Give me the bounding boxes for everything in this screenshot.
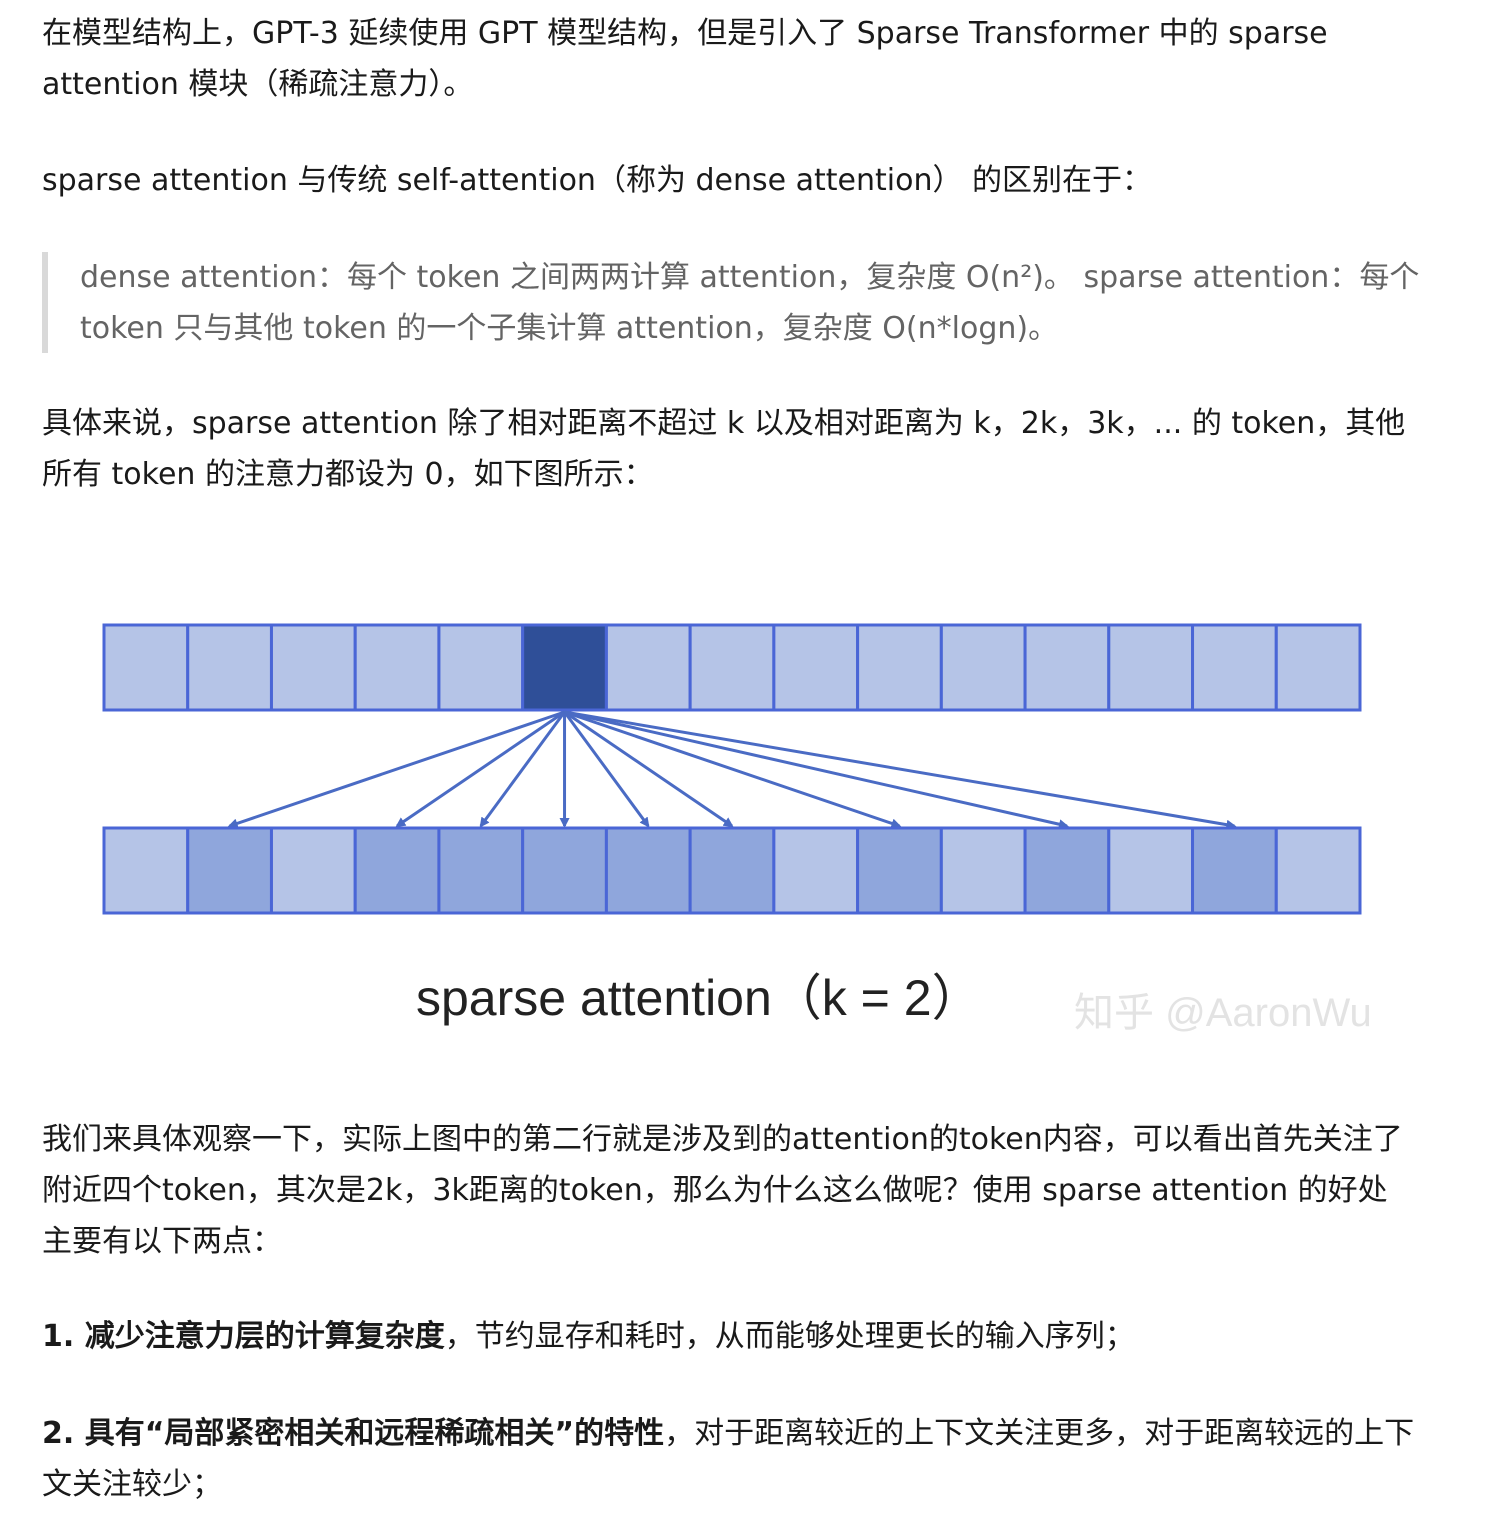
- attention-arrow: [563, 710, 734, 828]
- attended-token-cell: [353, 826, 441, 915]
- attended-token-cell: [604, 826, 692, 915]
- token-cell: [939, 623, 1027, 712]
- token-cell: [1107, 826, 1195, 915]
- attended-token-cell: [688, 826, 776, 915]
- paragraph-sparse-vs-dense: sparse attention 与传统 self-attention（称为 d…: [42, 163, 1152, 198]
- attention-arrow: [564, 710, 1237, 830]
- token-cell: [1274, 826, 1362, 915]
- token-cell: [269, 826, 357, 915]
- attended-token-cell: [1191, 826, 1278, 915]
- token-cell: [856, 623, 943, 712]
- token-cell: [772, 623, 860, 712]
- token-cell: [186, 623, 273, 712]
- figure-caption: sparse attention（k = 2）: [416, 970, 982, 1026]
- paragraph-gpt3-structure: 在模型结构上，GPT-3 延续使用 GPT 模型结构，但是引入了 Sparse …: [42, 16, 1328, 102]
- list-item-1-text: ，节约显存和耗时，从而能够处理更长的输入序列；: [444, 1319, 1135, 1354]
- attention-arrow: [227, 710, 566, 829]
- token-cell: [604, 623, 692, 712]
- token-cell: [102, 623, 190, 712]
- attention-arrows: [227, 710, 1237, 830]
- paragraph-sparse-definition: 具体来说，sparse attention 除了相对距离不超过 k 以及相对距离…: [42, 406, 1406, 492]
- attention-arrow: [564, 710, 1069, 830]
- token-cell: [437, 623, 525, 712]
- list-item-2: 2. 具有“局部紧密相关和远程稀疏相关”的特性，对于距离较近的上下文关注更多，对…: [42, 1408, 1432, 1510]
- token-cell: [772, 826, 860, 915]
- attention-arrow: [395, 710, 566, 828]
- key-token-row: [102, 826, 1362, 915]
- sparse-attention-diagram: [102, 623, 1362, 915]
- blockquote-bar: [42, 252, 48, 353]
- list-item-1-bold: 1. 减少注意力层的计算复杂度: [42, 1319, 445, 1354]
- token-cell: [353, 623, 441, 712]
- attended-token-cell: [437, 826, 525, 915]
- attended-token-cell: [1023, 826, 1111, 915]
- paragraph-observation: 我们来具体观察一下，实际上图中的第二行就是涉及到的attention的token…: [42, 1122, 1403, 1259]
- list-item-2-bold: 2. 具有“局部紧密相关和远程稀疏相关”的特性: [42, 1416, 665, 1451]
- token-cell: [688, 623, 776, 712]
- attended-token-cell: [186, 826, 273, 915]
- query-token-cell: [521, 623, 608, 712]
- query-token-row: [102, 623, 1362, 712]
- list-item-1: 1. 减少注意力层的计算复杂度，节约显存和耗时，从而能够处理更长的输入序列；: [42, 1311, 1442, 1362]
- token-cell: [1107, 623, 1195, 712]
- attention-arrow: [564, 710, 902, 829]
- attended-token-cell: [521, 826, 608, 915]
- attention-arrow: [479, 711, 566, 828]
- blockquote-complexity: dense attention：每个 token 之间两两计算 attentio…: [80, 260, 1420, 346]
- token-cell: [1023, 623, 1111, 712]
- token-cell: [1191, 623, 1278, 712]
- token-cell: [269, 623, 357, 712]
- token-cell: [1274, 623, 1362, 712]
- token-cell: [939, 826, 1027, 915]
- attended-token-cell: [856, 826, 943, 915]
- watermark-text: 知乎 @AaronWu: [1074, 991, 1372, 1035]
- token-cell: [102, 826, 190, 915]
